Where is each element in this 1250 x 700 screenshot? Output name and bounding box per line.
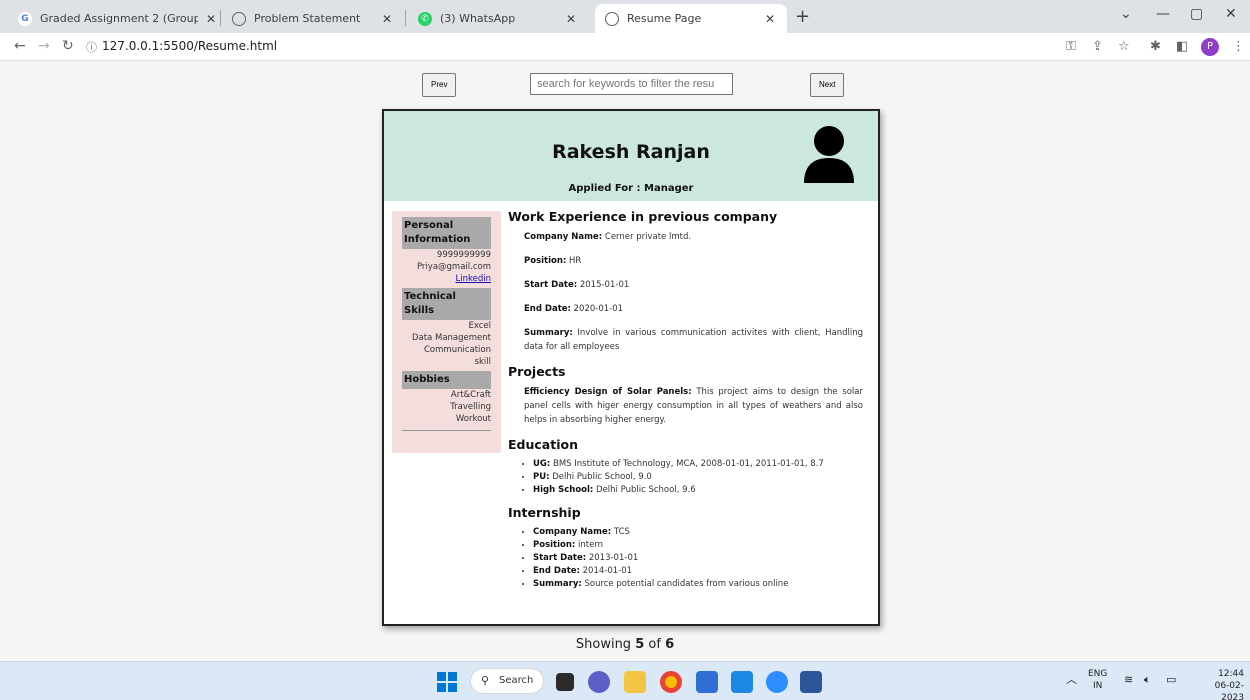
search-icon: ⚲ bbox=[481, 674, 490, 687]
minimize-icon[interactable]: — bbox=[1156, 6, 1170, 22]
globe-icon bbox=[605, 11, 619, 26]
list-item: Start Date: 2013-01-01 bbox=[533, 552, 863, 565]
language-indicator[interactable]: ENG IN bbox=[1088, 668, 1107, 692]
user-avatar-icon bbox=[804, 126, 854, 183]
list-item: Position: intern bbox=[533, 539, 863, 552]
prev-button[interactable]: Prev bbox=[422, 73, 457, 97]
education-heading: Education bbox=[508, 437, 578, 452]
volume-icon[interactable]: 🔈︎ bbox=[1144, 674, 1151, 686]
linkedin-link[interactable]: Linkedin bbox=[456, 274, 491, 284]
bookmark-star-icon[interactable]: ☆ bbox=[1118, 39, 1130, 54]
google-icon: G bbox=[18, 11, 32, 26]
resume-sidebar: Personal Information 9999999999 Priya@gm… bbox=[392, 211, 501, 453]
list-item: Company Name: TCS bbox=[533, 526, 863, 539]
extensions-icon[interactable]: ✱ bbox=[1150, 39, 1161, 54]
work-end-date: End Date: 2020-01-01 bbox=[524, 304, 624, 314]
word-icon[interactable] bbox=[800, 671, 822, 693]
reload-icon[interactable]: ↻ bbox=[62, 38, 74, 54]
profile-avatar[interactable]: P bbox=[1201, 38, 1219, 56]
file-explorer-icon[interactable] bbox=[624, 671, 646, 693]
new-tab-icon[interactable]: + bbox=[795, 6, 810, 27]
close-tab-icon[interactable]: ✕ bbox=[564, 12, 578, 26]
tab-graded-assignment[interactable]: G Graded Assignment 2 (Group): Ja ✕ bbox=[8, 4, 228, 33]
hobby-item: Workout bbox=[455, 414, 491, 424]
internship-list: Company Name: TCS Position: intern Start… bbox=[524, 526, 863, 591]
maximize-icon[interactable]: ▢ bbox=[1190, 6, 1203, 22]
chat-icon[interactable] bbox=[588, 671, 610, 693]
close-window-icon[interactable]: ✕ bbox=[1225, 6, 1237, 22]
tab-title: Resume Page bbox=[627, 12, 702, 25]
search-label: Search bbox=[499, 675, 534, 686]
tab-strip: G Graded Assignment 2 (Group): Ja ✕ Prob… bbox=[0, 0, 1250, 33]
resume-main: Work Experience in previous company Comp… bbox=[508, 209, 863, 599]
vscode-icon[interactable] bbox=[731, 671, 753, 693]
wifi-icon[interactable]: ≋ bbox=[1124, 674, 1133, 686]
taskbar: ⚲ Search ︿ ENG IN ≋ 🔈︎ ▭ 12:44 06-02-2023 bbox=[0, 661, 1250, 700]
projects-heading: Projects bbox=[508, 364, 566, 379]
email: Priya@gmail.com bbox=[416, 262, 491, 272]
close-tab-icon[interactable]: ✕ bbox=[763, 12, 777, 26]
windows-start-icon[interactable] bbox=[437, 672, 457, 692]
skill-item: Excel bbox=[468, 321, 491, 331]
share-icon[interactable]: ⇪ bbox=[1092, 39, 1103, 54]
education-list: UG: BMS Institute of Technology, MCA, 20… bbox=[524, 458, 863, 497]
browser-toolbar: ← → ↻ ⓘ 127.0.0.1:5500/Resume.html ⚿ ⇪ ☆… bbox=[0, 33, 1250, 61]
list-item: Summary: Source potential candidates fro… bbox=[533, 578, 863, 591]
tab-resume-page[interactable]: Resume Page ✕ bbox=[595, 4, 787, 33]
work-summary: Summary: Involve in various communicatio… bbox=[524, 328, 863, 352]
applied-for: Applied For : Manager bbox=[568, 183, 694, 194]
work-start-date: Start Date: 2015-01-01 bbox=[524, 280, 630, 290]
hobby-item: Travelling bbox=[450, 402, 491, 412]
work-experience-heading: Work Experience in previous company bbox=[508, 209, 778, 224]
zoom-icon[interactable] bbox=[766, 671, 788, 693]
list-item: PU: Delhi Public School, 9.0 bbox=[533, 471, 863, 484]
clock[interactable]: 12:44 06-02-2023 bbox=[1196, 668, 1244, 700]
list-item: High School: Delhi Public School, 9.6 bbox=[533, 484, 863, 497]
close-tab-icon[interactable]: ✕ bbox=[380, 12, 394, 26]
phone-number: 9999999999 bbox=[436, 250, 491, 260]
internship-heading: Internship bbox=[508, 505, 581, 520]
globe-icon bbox=[232, 11, 246, 26]
menu-kebab-icon[interactable]: ⋮ bbox=[1232, 39, 1245, 54]
taskbar-search[interactable]: ⚲ Search bbox=[470, 668, 544, 694]
pagination-status: Showing 5 of 6 bbox=[575, 637, 675, 652]
sidebar-divider bbox=[402, 430, 491, 431]
technical-skills-heading: Technical Skills bbox=[402, 288, 491, 320]
skill-item: Data Management bbox=[412, 333, 491, 343]
work-position: Position: HR bbox=[524, 256, 582, 266]
tab-problem-statement[interactable]: Problem Statement ✕ bbox=[222, 4, 404, 33]
tab-whatsapp[interactable]: ✆ (3) WhatsApp ✕ bbox=[408, 4, 588, 33]
project-item: Efficiency Design of Solar Panels: This … bbox=[524, 387, 863, 425]
side-panel-icon[interactable]: ◧ bbox=[1176, 39, 1188, 54]
info-icon[interactable]: ⓘ bbox=[86, 39, 97, 55]
list-item: UG: BMS Institute of Technology, MCA, 20… bbox=[533, 458, 863, 471]
battery-icon[interactable]: ▭ bbox=[1166, 674, 1176, 686]
tray-chevron-icon[interactable]: ︿ bbox=[1066, 674, 1077, 686]
linkedin-row: Linkedin bbox=[402, 273, 491, 285]
work-company: Company Name: Cerner private lmtd. bbox=[524, 232, 692, 242]
hobby-item: Art&Craft bbox=[450, 390, 491, 400]
tab-title: (3) WhatsApp bbox=[440, 12, 516, 25]
skill-item: Communication skill bbox=[424, 345, 491, 367]
list-item: End Date: 2014-01-01 bbox=[533, 565, 863, 578]
chrome-icon[interactable] bbox=[660, 671, 682, 693]
task-view-icon[interactable] bbox=[556, 673, 574, 691]
resume-card: Rakesh Ranjan Applied For : Manager Pers… bbox=[382, 109, 880, 626]
tab-search-chevron-icon[interactable]: ⌄ bbox=[1120, 6, 1132, 22]
personal-info-heading: Personal Information bbox=[402, 217, 491, 249]
whatsapp-icon: ✆ bbox=[418, 11, 432, 26]
hobbies-heading: Hobbies bbox=[402, 371, 491, 389]
key-icon[interactable]: ⚿ bbox=[1066, 39, 1076, 54]
store-icon[interactable] bbox=[696, 671, 718, 693]
tab-title: Graded Assignment 2 (Group): Ja bbox=[40, 12, 198, 25]
forward-icon[interactable]: → bbox=[38, 38, 50, 54]
page-viewport: Prev Next Rakesh Ranjan Applied For : Ma… bbox=[0, 62, 1250, 661]
back-icon[interactable]: ← bbox=[14, 38, 26, 54]
next-button[interactable]: Next bbox=[810, 73, 845, 97]
address-bar[interactable]: 127.0.0.1:5500/Resume.html bbox=[102, 39, 277, 53]
tab-title: Problem Statement bbox=[254, 12, 361, 25]
close-tab-icon[interactable]: ✕ bbox=[204, 12, 218, 26]
resume-header: Rakesh Ranjan Applied For : Manager bbox=[384, 111, 878, 201]
search-input[interactable] bbox=[530, 73, 733, 95]
